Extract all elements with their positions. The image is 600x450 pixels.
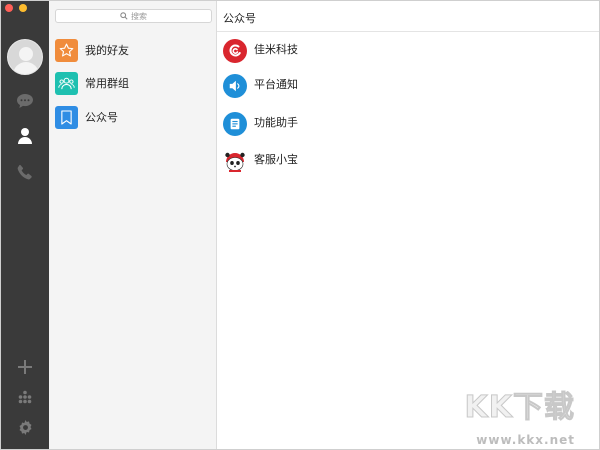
nav-item-common-groups[interactable]: 常用群组 — [55, 70, 211, 96]
nav-item-label: 常用群组 — [85, 77, 129, 90]
account-name: 客服小宝 — [254, 153, 298, 166]
avatar-body — [13, 62, 39, 74]
nav-item-label: 公众号 — [85, 111, 118, 124]
contact-category-list: 搜索 我的好友 常用群组 公众号 — [49, 1, 217, 449]
search-icon — [120, 12, 128, 20]
close-window-button[interactable] — [5, 4, 13, 12]
star-icon — [55, 38, 78, 62]
account-item-jiami[interactable]: 佳米科技 — [223, 39, 423, 69]
official-accounts-panel: 公众号 佳米科技 平台通知 功能助手 客服小宝 KK下载 www.kkx.net — [217, 1, 599, 449]
bookmark-icon — [55, 105, 78, 129]
phone-icon[interactable] — [15, 162, 35, 182]
avatar-head — [19, 47, 33, 61]
panel-header: 公众号 — [217, 1, 599, 32]
window-controls — [5, 4, 27, 12]
nav-item-official-accounts[interactable]: 公众号 — [55, 104, 211, 130]
watermark-logo: KK下载 — [464, 390, 575, 426]
apps-grid-icon[interactable] — [15, 387, 35, 407]
account-name: 平台通知 — [254, 78, 298, 91]
add-icon[interactable] — [15, 357, 35, 377]
account-name: 佳米科技 — [254, 43, 298, 56]
panda-mascot-icon — [223, 149, 247, 173]
minimize-window-button[interactable] — [19, 4, 27, 12]
account-item-customer-service[interactable]: 客服小宝 — [223, 149, 423, 179]
sidebar-rail — [1, 1, 49, 449]
assistant-icon — [223, 112, 247, 136]
chat-bubble-icon[interactable] — [15, 91, 35, 111]
panel-title: 公众号 — [223, 12, 256, 25]
settings-gear-icon[interactable] — [15, 417, 35, 437]
group-icon — [55, 71, 78, 95]
contacts-icon[interactable] — [15, 126, 35, 146]
speaker-icon — [223, 74, 247, 98]
nav-item-my-friends[interactable]: 我的好友 — [55, 37, 211, 63]
account-item-platform-notice[interactable]: 平台通知 — [223, 74, 423, 104]
user-avatar[interactable] — [7, 39, 43, 75]
account-name: 功能助手 — [254, 116, 298, 129]
account-item-feature-assistant[interactable]: 功能助手 — [223, 112, 423, 142]
watermark-url: www.kkx.net — [476, 433, 575, 447]
nav-item-label: 我的好友 — [85, 44, 129, 57]
jiami-logo-icon — [223, 39, 247, 63]
search-placeholder: 搜索 — [131, 11, 147, 21]
app-window: 搜索 我的好友 常用群组 公众号 公众号 佳米科技 平台通知 功能助手 客服小宝… — [0, 0, 600, 450]
search-input[interactable]: 搜索 — [55, 9, 212, 23]
